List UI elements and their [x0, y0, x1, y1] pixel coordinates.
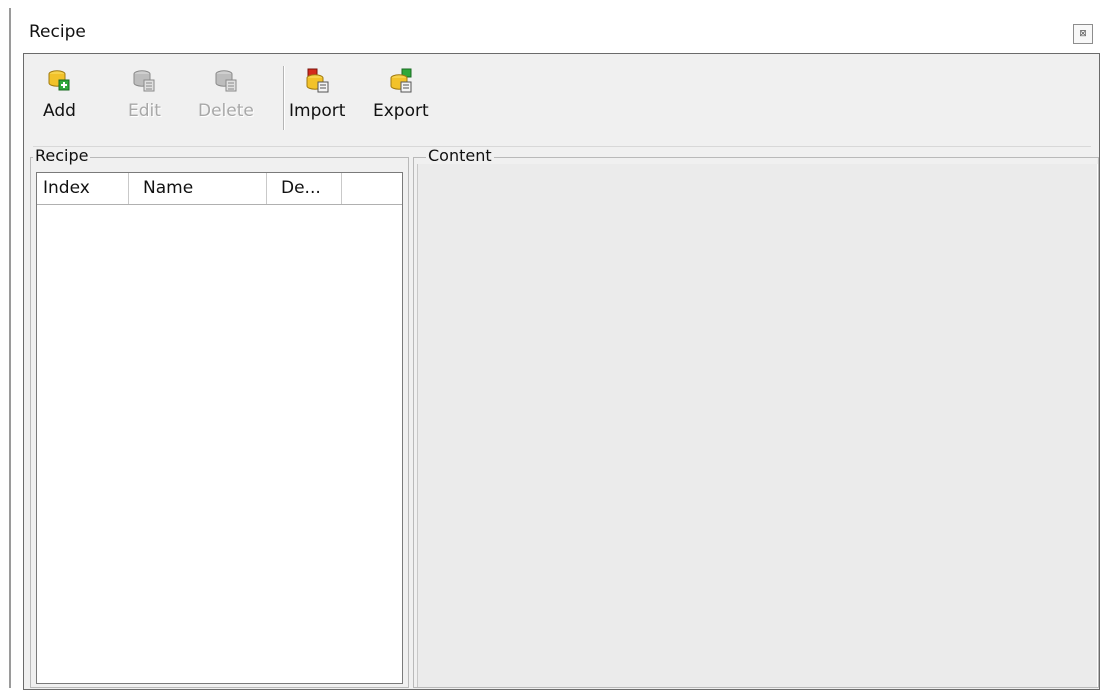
delete-label: Delete	[198, 101, 254, 121]
recipe-list[interactable]: Index Name De...	[36, 172, 403, 684]
window-left-edge	[9, 8, 11, 688]
column-header-index[interactable]: Index	[37, 173, 129, 204]
delete-recipe-icon	[213, 68, 239, 94]
import-label: Import	[289, 101, 346, 121]
edit-label: Edit	[128, 101, 161, 121]
content-group-title: Content	[426, 146, 494, 165]
column-header-filler	[342, 173, 402, 204]
column-header-name[interactable]: Name	[129, 173, 267, 204]
export-label: Export	[373, 101, 429, 121]
add-label: Add	[43, 101, 76, 121]
toolbar: Add Edit Delete Import Export	[33, 62, 1091, 147]
column-header-description[interactable]: De...	[267, 173, 342, 204]
window-title: Recipe	[29, 22, 86, 42]
recipe-list-header: Index Name De...	[37, 173, 402, 205]
close-icon: ⊠	[1079, 29, 1087, 39]
import-button[interactable]: Import	[289, 62, 345, 121]
export-button[interactable]: Export	[373, 62, 429, 121]
add-recipe-icon	[46, 68, 72, 94]
import-recipe-icon	[304, 68, 330, 94]
recipe-window: Recipe ⊠ Add Edit Delete Import Export R…	[0, 0, 1105, 693]
content-panel	[417, 164, 1098, 687]
export-recipe-icon	[388, 68, 414, 94]
toolbar-separator	[283, 66, 285, 130]
edit-button[interactable]: Edit	[128, 62, 161, 121]
add-button[interactable]: Add	[43, 62, 76, 121]
close-button[interactable]: ⊠	[1073, 24, 1093, 44]
edit-recipe-icon	[131, 68, 157, 94]
recipe-group-title: Recipe	[33, 146, 91, 165]
delete-button[interactable]: Delete	[198, 62, 254, 121]
